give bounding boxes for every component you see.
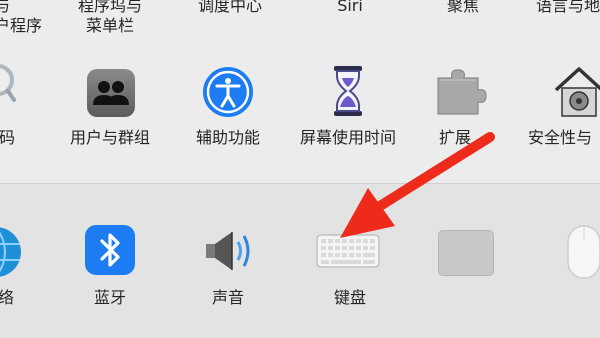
speaker-icon [206,232,250,270]
users-icon [87,69,135,117]
pref-item-security-privacy[interactable]: 安全性与 [524,60,600,152]
pref-item-bluetooth-label: 蓝牙 [93,288,126,307]
house-lock-icon [554,67,600,117]
pref-item-dock[interactable]: 程序坞与 菜单栏 [60,0,160,40]
pref-item-keyboard[interactable]: 键盘 [300,218,400,310]
pref-item-mouse[interactable] [540,218,600,310]
pref-item-language-region[interactable]: 语言与地 [528,0,600,20]
keyboard-icon [316,234,380,268]
pref-item-bluetooth[interactable]: 蓝牙 [60,218,160,310]
pref-item-mission-control-label: 调度中心 [197,0,262,15]
pref-item-dock-label-1: 程序坞与 [77,0,142,15]
pref-item-siri-label: Siri [337,0,363,15]
mouse-icon [567,225,600,279]
pref-item-sound[interactable]: 声音 [178,218,278,310]
pref-item-keyboard-label: 键盘 [333,288,366,307]
trackpad-icon [438,230,494,276]
pref-item-accessibility[interactable]: 辅助功能 [178,60,278,152]
magnifier-icon [0,64,16,102]
pref-item-security-privacy-label: 安全性与 [528,128,593,147]
globe-icon [0,227,21,277]
puzzle-piece-icon [437,69,487,115]
pref-item-extensions-label: 扩展 [438,128,471,147]
pref-item-users-groups[interactable]: 用户与群组 [60,60,160,152]
pref-item-users-groups-label: 用户与群组 [69,128,150,147]
pref-item-accessibility-label: 辅助功能 [195,128,260,147]
pref-item-apps[interactable]: 与 户程序 [0,0,54,40]
pref-item-screen-time[interactable]: 屏幕使用时间 [288,60,408,152]
pref-item-spotlight[interactable]: 聚焦 [413,0,513,20]
pref-item-touch-id[interactable]: 码 [0,60,30,152]
pref-item-trackpad[interactable] [420,218,510,310]
pref-item-network-label: 络 [0,288,14,307]
accessibility-icon [203,67,253,117]
pref-item-apps-label-2: 户程序 [0,16,43,35]
pref-item-language-region-label: 语言与地 [536,0,600,15]
pref-item-sound-label: 声音 [211,288,244,307]
pref-item-apps-label-1: 与 [0,0,11,15]
hourglass-icon [334,66,362,116]
pref-item-extensions[interactable]: 扩展 [420,60,510,152]
pref-item-touch-id-label: 码 [0,128,15,147]
pref-item-screen-time-label: 屏幕使用时间 [299,128,396,147]
pref-item-network[interactable]: 络 [0,218,30,310]
pref-item-spotlight-label: 聚焦 [446,0,479,15]
pref-item-mission-control[interactable]: 调度中心 [180,0,280,20]
pref-item-dock-label-2: 菜单栏 [85,16,134,35]
bluetooth-icon [85,225,135,275]
pref-item-siri[interactable]: Siri [300,0,400,20]
